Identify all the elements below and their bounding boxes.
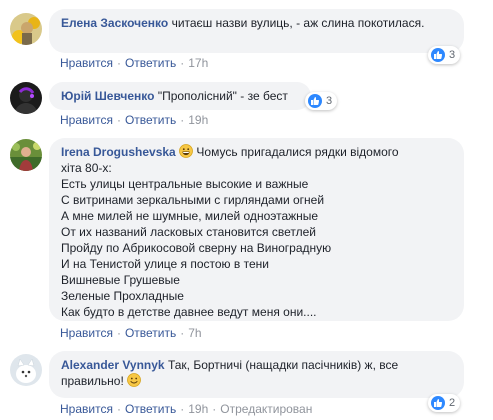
separator: · bbox=[180, 402, 185, 416]
comment-actions: Нравится · Ответить · 19h bbox=[60, 112, 208, 128]
like-icon bbox=[431, 48, 445, 62]
comment-actions: Нравится · Ответить · 7h bbox=[60, 325, 202, 341]
comment-line: Есть улицы центральные высокие и важные bbox=[61, 177, 309, 191]
comment-line: Пройду по Абрикосовой сверну на Виноград… bbox=[61, 241, 332, 255]
comment-bubble: Елена Заскоченко читаєш назви вулиць, - … bbox=[49, 9, 464, 53]
reactions-count: 3 bbox=[326, 95, 333, 107]
comment-text: Так, Бортничі (нащадки пасічників) ж, вс… bbox=[167, 358, 399, 372]
like-icon bbox=[431, 396, 445, 410]
comment-line: Вишневые Грушевые bbox=[61, 273, 180, 287]
separator: · bbox=[116, 56, 121, 70]
comment-author[interactable]: Alexander Vynnyk bbox=[61, 358, 165, 372]
comment-text: "Прополісний" - зе бест bbox=[157, 89, 288, 103]
timestamp[interactable]: 7h bbox=[188, 326, 201, 340]
like-link[interactable]: Нравится bbox=[60, 56, 113, 70]
timestamp[interactable]: 19h bbox=[188, 402, 208, 416]
reactions-badge[interactable]: 2 bbox=[428, 394, 461, 412]
comment-line: И на Тенистой улице я постою в тени bbox=[61, 257, 269, 271]
separator: · bbox=[212, 402, 217, 416]
separator: · bbox=[180, 113, 185, 127]
comment-actions: Нравится · Ответить · 17h bbox=[60, 55, 208, 71]
reply-link[interactable]: Ответить bbox=[125, 56, 176, 70]
reply-link[interactable]: Ответить bbox=[125, 113, 176, 127]
reply-link[interactable]: Ответить bbox=[125, 326, 176, 340]
reply-link[interactable]: Ответить bbox=[125, 402, 176, 416]
comment-line: А мне милей не шумные, милей одноэтажные bbox=[61, 209, 319, 223]
comment-line: Зеленые Прохладные bbox=[61, 289, 184, 303]
comment-line: От их названий ласковых становится светл… bbox=[61, 225, 316, 239]
comment-text: Чомусь пригадалися рядки відомого bbox=[196, 145, 399, 159]
avatar[interactable] bbox=[10, 354, 42, 386]
reactions-badge[interactable]: 3 bbox=[305, 92, 338, 110]
reactions-count: 3 bbox=[449, 49, 456, 61]
comment-author[interactable]: Юрій Шевченко bbox=[61, 89, 154, 103]
comment-line: Irena Drogushevska Чомусь пригадалися ря… bbox=[61, 144, 452, 160]
like-icon bbox=[308, 94, 322, 108]
avatar[interactable] bbox=[10, 139, 42, 171]
comment-line: правильно! bbox=[61, 373, 452, 389]
comment-line: хіта 80-х: bbox=[61, 161, 112, 175]
timestamp[interactable]: 17h bbox=[188, 56, 208, 70]
comment-line: Alexander Vynnyk Так, Бортничі (нащадки … bbox=[61, 357, 452, 373]
comment-text: правильно! bbox=[61, 374, 124, 388]
comment-text: читаєш назви вулиць, - аж слина покотила… bbox=[171, 16, 425, 30]
avatar[interactable] bbox=[10, 82, 42, 114]
separator: · bbox=[116, 402, 121, 416]
like-link[interactable]: Нравится bbox=[60, 402, 113, 416]
comment-author[interactable]: Елена Заскоченко bbox=[61, 16, 168, 30]
like-link[interactable]: Нравится bbox=[60, 113, 113, 127]
edited-label[interactable]: Отредактирован bbox=[220, 402, 312, 416]
comment-line: С витринами зеркальными с гирляндами огн… bbox=[61, 193, 325, 207]
comment-bubble: Alexander Vynnyk Так, Бортничі (нащадки … bbox=[49, 351, 464, 398]
timestamp[interactable]: 19h bbox=[188, 113, 208, 127]
avatar[interactable] bbox=[10, 13, 42, 45]
separator: · bbox=[180, 326, 185, 340]
comment-author[interactable]: Irena Drogushevska bbox=[61, 145, 176, 159]
reactions-count: 2 bbox=[449, 397, 456, 409]
separator: · bbox=[180, 56, 185, 70]
separator: · bbox=[116, 113, 121, 127]
comment-actions: Нравится · Ответить · 19h · Отредактирован bbox=[60, 401, 312, 417]
comment-bubble: Юрій Шевченко "Прополісний" - зе бест bbox=[49, 82, 311, 110]
like-link[interactable]: Нравится bbox=[60, 326, 113, 340]
smile-emoji-icon bbox=[127, 373, 142, 387]
reactions-badge[interactable]: 3 bbox=[428, 46, 461, 64]
comment-line: Как будто в детстве давнее ведут меня он… bbox=[61, 305, 317, 319]
comment-bubble: Irena Drogushevska Чомусь пригадалися ря… bbox=[49, 138, 464, 321]
grinning-emoji-icon bbox=[179, 144, 193, 158]
separator: · bbox=[116, 326, 121, 340]
